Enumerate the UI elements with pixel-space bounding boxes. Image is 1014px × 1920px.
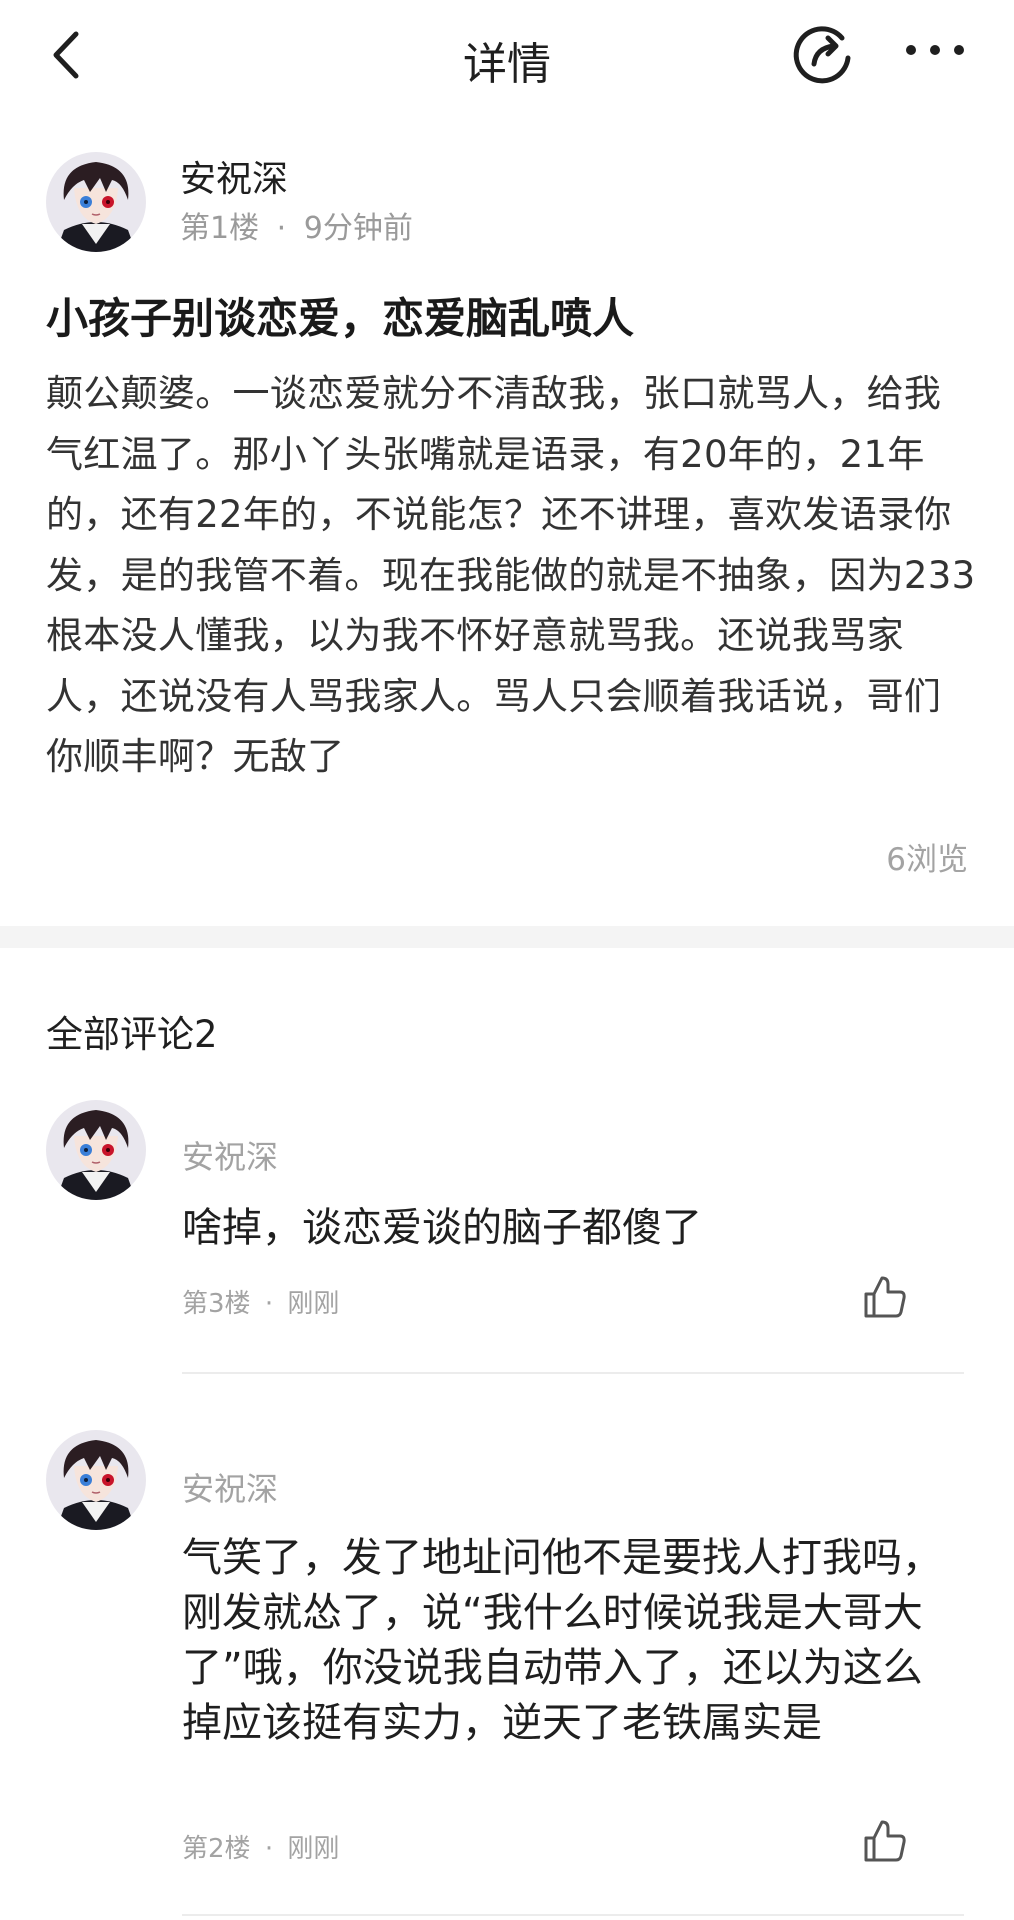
page-title: 详情: [463, 39, 551, 90]
post-author[interactable]: 安祝深: [180, 150, 288, 202]
post-time: 9分钟前: [303, 211, 413, 246]
comment-time: 刚刚: [287, 1834, 340, 1864]
comments-heading: 全部评论2: [46, 1013, 218, 1056]
comment-author[interactable]: 安祝深: [182, 1464, 278, 1510]
section-divider: [0, 926, 1014, 948]
avatar[interactable]: [46, 152, 146, 252]
post-meta: 第1楼 · 9分钟前: [180, 203, 413, 247]
post-body: 颠公颠婆。一谈恋爱就分不清敌我，张口就骂人，给我气红温了。那小丫头张嘴就是语录，…: [46, 372, 976, 778]
comment-text: 气笑了，发了地址问他不是要找人打我吗，刚发就怂了，说“我什么时候说我是大哥大了”…: [182, 1535, 942, 1746]
comment-floor: 第2楼: [182, 1834, 251, 1864]
more-button[interactable]: [900, 28, 970, 72]
like-button[interactable]: [862, 1818, 908, 1864]
thumbs-up-icon: [864, 1820, 906, 1862]
top-bar: 详情: [0, 0, 1014, 110]
meta-separator: ·: [276, 211, 287, 246]
post-floor: 第1楼: [180, 211, 260, 246]
post-title: 小孩子别谈恋爱，恋爱脑乱喷人: [46, 294, 635, 343]
comment-meta: 第2楼 · 刚刚: [182, 1828, 339, 1865]
comment-author[interactable]: 安祝深: [182, 1132, 278, 1178]
avatar[interactable]: [46, 1430, 146, 1530]
meta-separator: ·: [264, 1834, 274, 1864]
comment-floor: 第3楼: [182, 1289, 251, 1319]
comment-divider: [182, 1372, 964, 1374]
like-button[interactable]: [862, 1274, 908, 1320]
avatar[interactable]: [46, 1100, 146, 1200]
share-icon: [793, 26, 851, 84]
comment-divider: [182, 1914, 964, 1916]
comment-text: 啥掉，谈恋爱谈的脑子都傻了: [182, 1205, 702, 1251]
comment-meta: 第3楼 · 刚刚: [182, 1283, 339, 1320]
thumbs-up-icon: [864, 1276, 906, 1318]
share-button[interactable]: [790, 20, 856, 86]
comment-time: 刚刚: [287, 1289, 340, 1319]
view-count: 6浏览: [886, 842, 968, 878]
meta-separator: ·: [264, 1289, 274, 1319]
more-icon: [906, 45, 916, 55]
